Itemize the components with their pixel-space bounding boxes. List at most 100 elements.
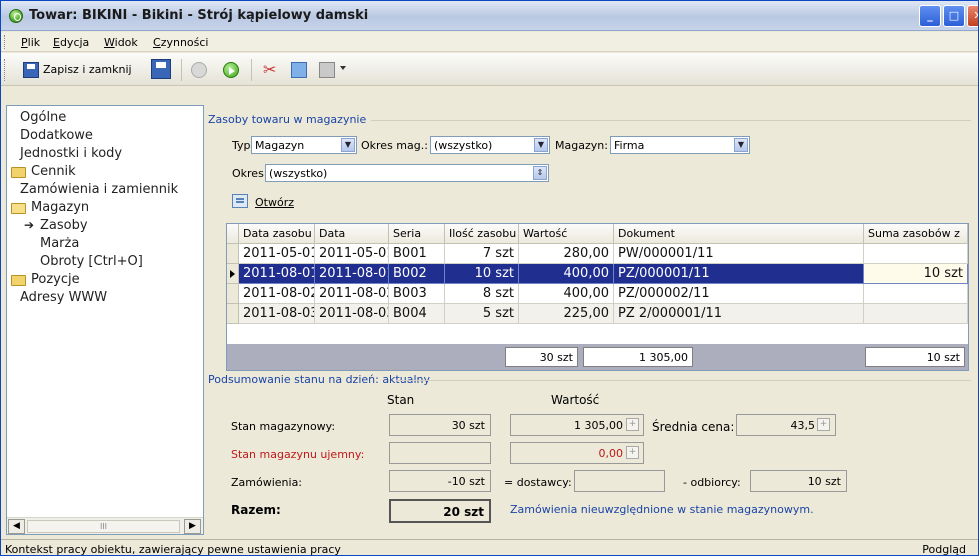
row-selector[interactable] — [227, 304, 239, 324]
folder-icon — [11, 167, 26, 178]
nav-item-pozycje[interactable]: Pozycje — [31, 272, 80, 287]
horizontal-scrollbar[interactable]: ◀ III ▶ — [7, 517, 203, 534]
menu-widok[interactable]: Widok — [104, 36, 138, 49]
okres-value: (wszystko) — [269, 167, 328, 180]
plus-icon[interactable]: + — [817, 418, 830, 431]
nav-item-dodatkowe[interactable]: Dodatkowe — [20, 128, 93, 143]
odbiorcy-field: 10 szt — [750, 470, 847, 492]
current-row-icon — [230, 270, 235, 278]
cell-data: 2011-08-03 — [315, 304, 389, 324]
table-row[interactable]: 2011-08-02 2011-08-02 B003 8 szt 400,00 … — [227, 284, 968, 304]
cell-data: 2011-08-02 — [315, 284, 389, 304]
grid-corner — [227, 224, 239, 244]
scroll-left-button[interactable]: ◀ — [8, 519, 25, 534]
okres-mag-select[interactable]: (wszystko) ▼ — [430, 136, 550, 154]
column-header[interactable]: Wartość — [519, 224, 614, 244]
col-wartosc-label: Wartość — [551, 393, 600, 407]
toolbar-separator — [181, 59, 182, 81]
minimize-button[interactable]: _ — [919, 5, 941, 27]
cell-ilosc: 8 szt — [445, 284, 519, 304]
toolbar: Zapisz i zamknij ✂ — [1, 53, 978, 86]
cell-dokument: PZ 2/000001/11 — [614, 304, 864, 324]
scroll-right-button[interactable]: ▶ — [184, 519, 201, 534]
table-row-selected[interactable]: 2011-08-01 2011-08-01 B002 10 szt 400,00… — [227, 264, 968, 284]
column-header[interactable]: Data — [315, 224, 389, 244]
toolbar-separator — [251, 59, 252, 81]
col-stan-label: Stan — [387, 393, 415, 407]
typ-select[interactable]: Magazyn ▼ — [251, 136, 357, 154]
print-icon[interactable] — [319, 62, 335, 78]
close-button[interactable]: ✕ — [967, 5, 978, 27]
refresh-icon[interactable] — [291, 62, 307, 78]
nav-item-cennik[interactable]: Cennik — [31, 164, 76, 179]
menu-plik[interactable]: Plik — [21, 36, 40, 49]
menu-czynnosci[interactable]: Czynności — [153, 36, 208, 49]
cell-wartosc: 400,00 — [519, 264, 614, 284]
save-icon[interactable] — [23, 62, 39, 78]
scroll-thumb[interactable]: III — [27, 520, 180, 533]
table-row[interactable]: 2011-05-01 2011-05-01 B001 7 szt 280,00 … — [227, 244, 968, 264]
nav-item-magazyn[interactable]: Magazyn — [31, 200, 89, 215]
okres-picker[interactable]: (wszystko) ⇕ — [265, 164, 549, 182]
nav-item-adresy[interactable]: Adresy WWW — [20, 290, 107, 305]
total-ilosc: 30 szt — [505, 347, 578, 367]
back-icon[interactable] — [191, 62, 207, 78]
nav-item-zamowienia[interactable]: Zamówienia i zamiennik — [20, 182, 178, 197]
table-row[interactable]: 2011-08-03 2011-08-03 B004 5 szt 225,00 … — [227, 304, 968, 324]
cell-ilosc: 10 szt — [445, 264, 519, 284]
status-mode: Podgląd — [922, 543, 966, 556]
row-selector[interactable] — [227, 264, 239, 284]
save-close-button[interactable]: Zapisz i zamknij — [43, 63, 132, 76]
okres-mag-value: (wszystko) — [434, 139, 493, 152]
tools-icon[interactable]: ✂ — [263, 62, 279, 78]
status-text: Kontekst pracy obiektu, zawierający pewn… — [5, 543, 341, 556]
cell-suma — [864, 244, 968, 264]
menu-edycja[interactable]: Edycja — [53, 36, 89, 49]
cell-wartosc: 400,00 — [519, 284, 614, 304]
magazyn-label: Magazyn: — [555, 139, 608, 152]
otworz-button[interactable]: Otwórz — [255, 196, 294, 209]
column-header[interactable]: Ilość zasobu — [445, 224, 519, 244]
magazyn-select[interactable]: Firma ▼ — [610, 136, 750, 154]
nav-item-marza[interactable]: Marża — [40, 236, 79, 251]
row-selector[interactable] — [227, 244, 239, 264]
cell-dokument: PZ/000001/11 — [614, 264, 864, 284]
arrow-icon: ➔ — [24, 218, 35, 232]
cell-data-zasobu: 2011-08-01 — [239, 264, 315, 284]
forward-icon[interactable] — [223, 62, 239, 78]
row-selector[interactable] — [227, 284, 239, 304]
dostawcy-label: = dostawcy: — [504, 476, 572, 489]
folder-open-icon — [11, 203, 26, 214]
nav-item-ogolne[interactable]: Ogólne — [20, 110, 66, 125]
column-header[interactable]: Data zasobu — [239, 224, 315, 244]
cell-dokument: PZ/000002/11 — [614, 284, 864, 304]
plus-icon[interactable]: + — [626, 446, 639, 459]
save-icon[interactable] — [151, 59, 171, 79]
chevron-down-icon[interactable]: ▼ — [341, 138, 355, 152]
print-dropdown-icon[interactable] — [340, 66, 346, 70]
app-icon — [9, 9, 23, 23]
column-header[interactable]: Suma zasobów z — [864, 224, 968, 244]
cell-seria: B003 — [389, 284, 445, 304]
nav-item-obroty[interactable]: Obroty [Ctrl+O] — [40, 254, 143, 269]
zasoby-grid: Data zasobu Data Seria Ilość zasobu Wart… — [226, 223, 969, 371]
spin-icon[interactable]: ⇕ — [533, 166, 547, 180]
nav-item-zasoby[interactable]: Zasoby — [40, 218, 88, 233]
column-header[interactable]: Seria — [389, 224, 445, 244]
cell-ilosc: 7 szt — [445, 244, 519, 264]
folder-icon — [11, 275, 26, 286]
chevron-down-icon[interactable]: ▼ — [534, 138, 548, 152]
srednia-label: Średnia cena: — [652, 420, 735, 434]
menu-bar: Plik Edycja Widok Czynności — [1, 32, 978, 52]
nav-item-jednostki[interactable]: Jednostki i kody — [20, 146, 122, 161]
odbiorcy-label: - odbiorcy: — [683, 476, 741, 489]
cell-seria: B002 — [389, 264, 445, 284]
column-header[interactable]: Dokument — [614, 224, 864, 244]
open-icon[interactable] — [232, 194, 248, 208]
chevron-down-icon[interactable]: ▼ — [734, 138, 748, 152]
plus-icon[interactable]: + — [626, 418, 639, 431]
title-bar: Towar: BIKINI - Bikini - Strój kąpielowy… — [1, 1, 978, 31]
cell-data-zasobu: 2011-08-02 — [239, 284, 315, 304]
stan-mag-wartosc-field: 1 305,00 — [510, 414, 644, 436]
maximize-button[interactable]: □ — [943, 5, 965, 27]
